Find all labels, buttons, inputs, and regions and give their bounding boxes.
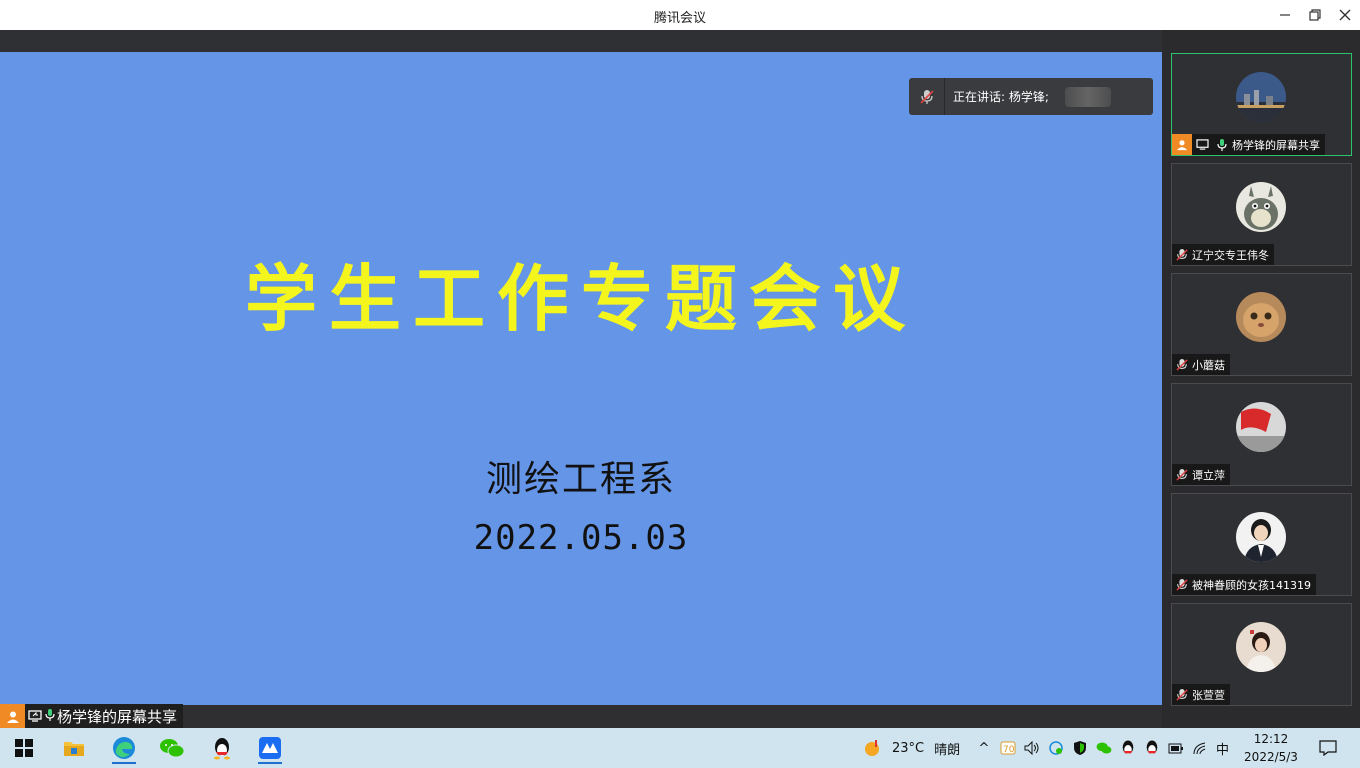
screen-share-icon bbox=[1192, 134, 1212, 155]
ime-indicator[interactable]: 中 bbox=[1216, 739, 1229, 758]
windows-taskbar: 23°C 晴朗 ^ 70 中 12:12 2022/5/3 bbox=[0, 728, 1360, 768]
qq-button[interactable] bbox=[202, 732, 242, 764]
participant-tile[interactable]: 杨学锋的屏幕共享 bbox=[1171, 53, 1352, 156]
participant-avatar bbox=[1236, 512, 1286, 562]
weather-condition: 晴朗 bbox=[934, 742, 961, 758]
restore-icon bbox=[1309, 9, 1321, 21]
participant-name: 小蘑菇 bbox=[1192, 358, 1225, 372]
window-title: 腾讯会议 bbox=[653, 11, 706, 26]
participants-panel: 杨学锋的屏幕共享 辽宁交专王伟冬 小蘑菇 谭立萍 被神眷顾的女孩141319 张… bbox=[1162, 30, 1360, 728]
clock-date: 2022/5/3 bbox=[1244, 750, 1298, 764]
slide-title: 学生工作专题会议 bbox=[244, 257, 917, 341]
participant-tile[interactable]: 被神眷顾的女孩141319 bbox=[1171, 493, 1352, 596]
tencent-meeting-button[interactable] bbox=[250, 732, 290, 764]
participant-label: 张萱萱 bbox=[1172, 684, 1230, 705]
close-button[interactable] bbox=[1330, 0, 1360, 30]
minimize-button[interactable] bbox=[1270, 0, 1300, 30]
participant-avatar bbox=[1236, 402, 1286, 452]
windows-icon bbox=[15, 739, 33, 757]
svg-text:70: 70 bbox=[1003, 745, 1015, 755]
slide-subtitle: 测绘工程系 bbox=[485, 459, 676, 500]
muted-mic-icon bbox=[1172, 354, 1192, 375]
restore-button[interactable] bbox=[1300, 0, 1330, 30]
volume-icon[interactable] bbox=[1024, 741, 1040, 755]
participant-label: 辽宁交专王伟冬 bbox=[1172, 244, 1274, 265]
wechat-tray-icon[interactable] bbox=[1096, 740, 1112, 756]
qq-tray-icon[interactable] bbox=[1120, 739, 1136, 757]
slide-date: 2022.05.03 bbox=[473, 518, 689, 558]
stage-top-bar bbox=[0, 30, 1162, 52]
muted-mic-icon bbox=[1172, 684, 1192, 705]
wechat-icon bbox=[160, 739, 185, 758]
participant-label: 谭立萍 bbox=[1172, 464, 1230, 485]
clock[interactable]: 12:12 2022/5/3 bbox=[1236, 730, 1306, 766]
screen-share-label: 杨学锋的屏幕共享 bbox=[0, 704, 184, 729]
participant-avatar bbox=[1236, 292, 1286, 342]
participant-label: 被神眷顾的女孩141319 bbox=[1172, 574, 1316, 595]
speaking-text: 正在讲话: 杨学锋; bbox=[953, 90, 1049, 104]
participant-avatar bbox=[1236, 182, 1286, 232]
participant-name: 张萱萱 bbox=[1192, 688, 1225, 702]
screen-share-icon bbox=[28, 708, 42, 726]
participant-name: 谭立萍 bbox=[1192, 468, 1225, 482]
tencent-meeting-icon bbox=[259, 737, 281, 759]
screen-share-name: 杨学锋的屏幕共享 bbox=[57, 708, 178, 726]
participant-label: 小蘑菇 bbox=[1172, 354, 1230, 375]
title-bar: 腾讯会议 bbox=[0, 0, 1360, 30]
participant-label: 杨学锋的屏幕共享 bbox=[1172, 134, 1325, 155]
weather-widget[interactable]: 23°C 晴朗 bbox=[862, 728, 960, 768]
mic-icon bbox=[45, 708, 55, 726]
participant-tile[interactable]: 小蘑菇 bbox=[1171, 273, 1352, 376]
folder-icon bbox=[64, 742, 84, 756]
sync-icon[interactable] bbox=[1048, 740, 1064, 756]
participant-name: 杨学锋的屏幕共享 bbox=[1232, 138, 1320, 152]
qq-penguin-icon bbox=[214, 738, 230, 760]
active-indicator bbox=[258, 762, 282, 764]
edge-icon bbox=[113, 737, 135, 759]
shared-screen-area: 学生工作专题会议 测绘工程系 2022.05.03 正在讲话: 杨学锋; 杨学锋… bbox=[0, 30, 1162, 729]
clock-time: 12:12 bbox=[1253, 732, 1289, 746]
muted-mic-icon bbox=[1172, 464, 1192, 485]
muted-mic-icon bbox=[909, 78, 945, 115]
participant-avatar bbox=[1236, 622, 1286, 672]
minimize-icon bbox=[1280, 14, 1290, 16]
participant-avatar bbox=[1236, 72, 1286, 122]
participant-name: 辽宁交专王伟冬 bbox=[1192, 248, 1269, 262]
participant-tile[interactable]: 张萱萱 bbox=[1171, 603, 1352, 706]
wechat-button[interactable] bbox=[152, 732, 192, 764]
network-icon[interactable] bbox=[1192, 741, 1208, 755]
active-indicator bbox=[112, 762, 136, 764]
battery-icon[interactable] bbox=[1168, 741, 1184, 755]
mic-icon bbox=[1212, 134, 1232, 155]
muted-mic-icon bbox=[1172, 574, 1192, 595]
file-explorer-button[interactable] bbox=[54, 732, 94, 764]
qq-tray-icon-2[interactable] bbox=[1144, 739, 1160, 757]
participant-name: 被神眷顾的女孩141319 bbox=[1192, 578, 1311, 592]
user-avatar-icon bbox=[1172, 134, 1192, 155]
notification-icon bbox=[1319, 740, 1337, 756]
presentation-slide: 学生工作专题会议 测绘工程系 2022.05.03 bbox=[0, 52, 1162, 705]
security-shield-icon[interactable] bbox=[1072, 740, 1088, 756]
blurred-name bbox=[1064, 86, 1111, 107]
close-icon bbox=[1339, 9, 1351, 21]
start-button[interactable] bbox=[4, 732, 44, 764]
user-avatar-icon bbox=[0, 704, 25, 729]
input-tool-icon[interactable]: 70 bbox=[1000, 741, 1016, 755]
speaking-indicator: 正在讲话: 杨学锋; bbox=[909, 78, 1153, 115]
participant-tile[interactable]: 谭立萍 bbox=[1171, 383, 1352, 486]
weather-temperature: 23°C bbox=[892, 740, 925, 756]
chevron-up-icon[interactable]: ^ bbox=[976, 741, 992, 756]
system-tray: ^ 70 中 bbox=[976, 728, 1229, 768]
participant-tile[interactable]: 辽宁交专王伟冬 bbox=[1171, 163, 1352, 266]
notification-button[interactable] bbox=[1308, 732, 1348, 764]
muted-mic-icon bbox=[1172, 244, 1192, 265]
weather-sun-icon bbox=[865, 740, 879, 756]
edge-browser-button[interactable] bbox=[104, 732, 144, 764]
